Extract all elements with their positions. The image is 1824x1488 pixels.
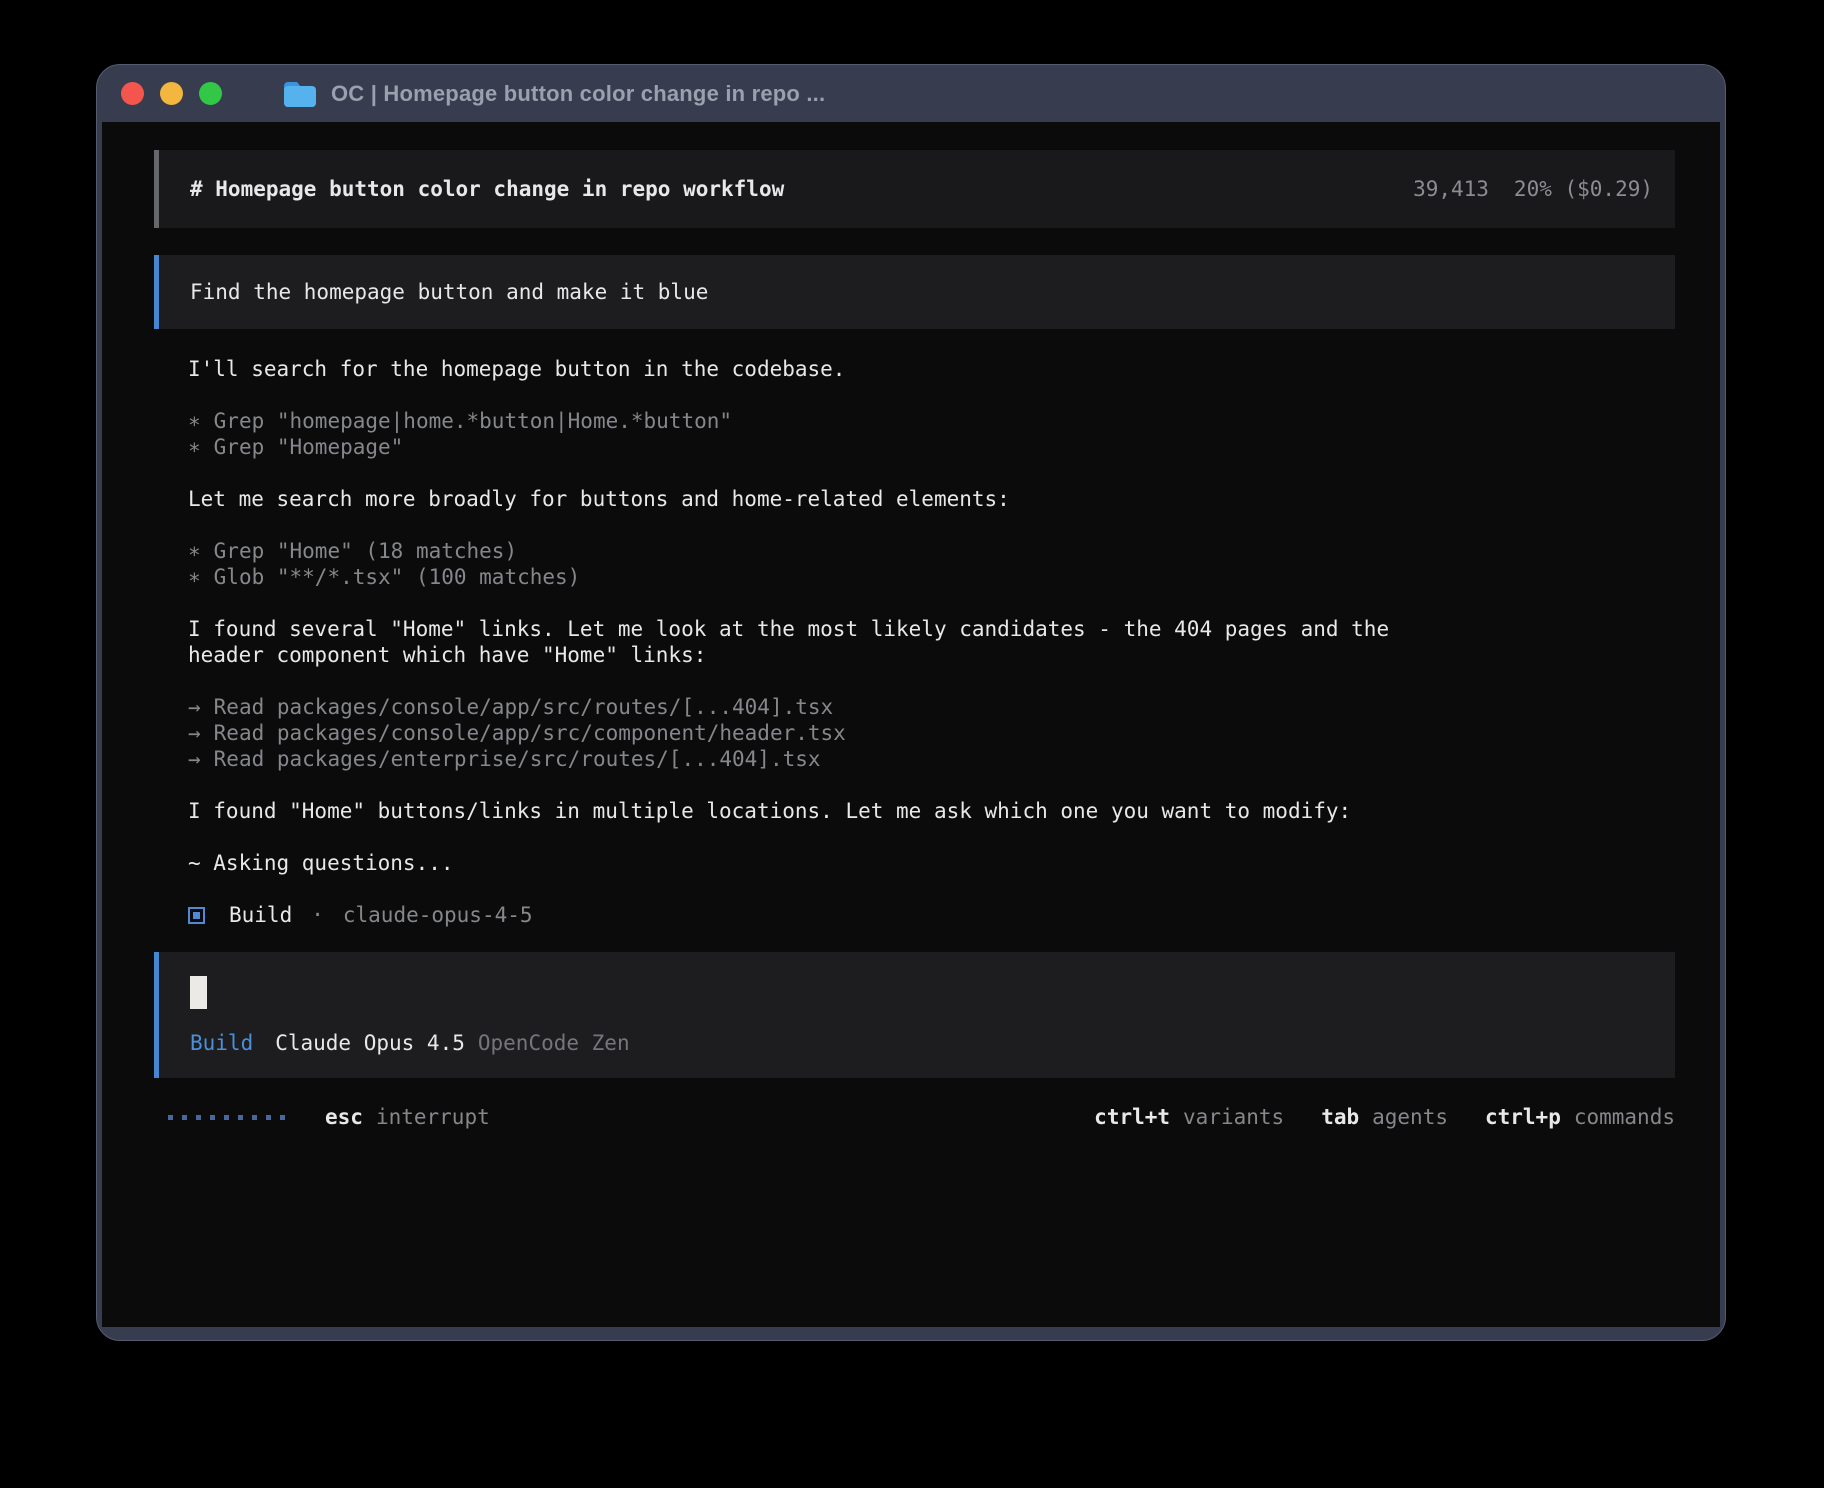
assistant-text: I found several "Home" links. Let me loo… [188,616,1453,668]
session-header: # Homepage button color change in repo w… [154,150,1675,228]
window-titlebar[interactable]: OC | Homepage button color change in rep… [97,65,1725,122]
tool-call-text: Grep "Home" (18 matches) [214,538,517,564]
hint-commands: ctrl+p commands [1485,1104,1675,1130]
input-provider-label: OpenCode Zen [478,1030,630,1056]
tool-call-text: Read packages/console/app/src/component/… [214,720,846,746]
asterisk-icon: ∗ [188,564,201,590]
dot-separator: · [311,902,324,928]
text-cursor [190,976,207,1009]
hint-variants: ctrl+t variants [1094,1104,1284,1130]
spinner-dots [168,1115,285,1120]
zoom-button[interactable] [199,82,222,105]
working-status: ~ Asking questions... [188,850,1453,876]
tool-call-text: Grep "homepage|home.*button|Home.*button… [214,408,732,434]
title-group: OC | Homepage button color change in rep… [282,80,825,108]
model-row: Build Claude Opus 4.5 OpenCode Zen [190,1030,1644,1056]
hint-interrupt: esc interrupt [325,1104,490,1130]
agent-model-line: Build · claude-opus-4-5 [188,902,1453,928]
token-count: 39,413 [1413,176,1489,202]
arrow-right-icon: → [188,694,201,720]
tool-call-grep: ∗ Grep "homepage|home.*button|Home.*butt… [188,408,1453,434]
tool-call-text: Grep "Homepage" [214,434,404,460]
agent-build-icon [188,907,205,924]
tool-call-read: → Read packages/console/app/src/routes/[… [188,694,1453,720]
folder-icon [282,80,318,108]
assistant-text: I found "Home" buttons/links in multiple… [188,798,1453,824]
assistant-text: Let me search more broadly for buttons a… [188,486,1453,512]
session-title: # Homepage button color change in repo w… [190,176,784,202]
user-message-text: Find the homepage button and make it blu… [190,280,708,304]
tool-call-group: → Read packages/console/app/src/routes/[… [188,694,1453,772]
user-message: Find the homepage button and make it blu… [154,255,1675,329]
asterisk-icon: ∗ [188,408,201,434]
tool-call-text: Read packages/console/app/src/routes/[..… [214,694,834,720]
agent-name: Build [229,902,292,928]
tool-call-grep: ∗ Grep "Home" (18 matches) [188,538,1453,564]
terminal-content: # Homepage button color change in repo w… [102,122,1720,1327]
esc-key: esc [325,1104,363,1130]
commands-label: commands [1574,1104,1675,1130]
minimize-button[interactable] [160,82,183,105]
agents-label: agents [1372,1104,1448,1130]
agent-model: claude-opus-4-5 [343,902,533,928]
asterisk-icon: ∗ [188,538,201,564]
tool-call-text: Glob "**/*.tsx" (100 matches) [214,564,581,590]
ctrl-t-key: ctrl+t [1094,1104,1170,1130]
tool-call-group: ∗ Grep "Home" (18 matches) ∗ Glob "**/*.… [188,538,1453,590]
tool-call-glob: ∗ Glob "**/*.tsx" (100 matches) [188,564,1453,590]
prompt-input[interactable]: Build Claude Opus 4.5 OpenCode Zen [154,952,1675,1078]
arrow-right-icon: → [188,720,201,746]
traffic-lights [121,82,222,105]
input-agent-label[interactable]: Build [190,1030,253,1056]
close-button[interactable] [121,82,144,105]
status-bar: esc interrupt ctrl+t variants tab agents… [154,1104,1675,1130]
arrow-right-icon: → [188,746,201,772]
tab-key: tab [1321,1104,1359,1130]
assistant-text: I'll search for the homepage button in t… [188,356,1453,382]
assistant-messages: I'll search for the homepage button in t… [188,356,1453,928]
hints-right: ctrl+t variants tab agents ctrl+p comman… [1094,1104,1675,1130]
tool-call-group: ∗ Grep "homepage|home.*button|Home.*butt… [188,408,1453,460]
tool-call-text: Read packages/enterprise/src/routes/[...… [214,746,821,772]
terminal-window: OC | Homepage button color change in rep… [96,64,1726,1341]
session-stats: 39,413 20% ($0.29) [1413,176,1653,202]
asterisk-icon: ∗ [188,434,201,460]
input-model-label[interactable]: Claude Opus 4.5 [275,1030,465,1056]
desktop: OC | Homepage button color change in rep… [0,0,1824,1488]
window-title: OC | Homepage button color change in rep… [331,81,825,107]
ctrl-p-key: ctrl+p [1485,1104,1561,1130]
esc-label: interrupt [376,1104,490,1130]
tool-call-read: → Read packages/enterprise/src/routes/[.… [188,746,1453,772]
context-cost: 20% ($0.29) [1514,176,1653,202]
tool-call-read: → Read packages/console/app/src/componen… [188,720,1453,746]
hint-agents: tab agents [1321,1104,1448,1130]
variants-label: variants [1183,1104,1284,1130]
tool-call-grep: ∗ Grep "Homepage" [188,434,1453,460]
